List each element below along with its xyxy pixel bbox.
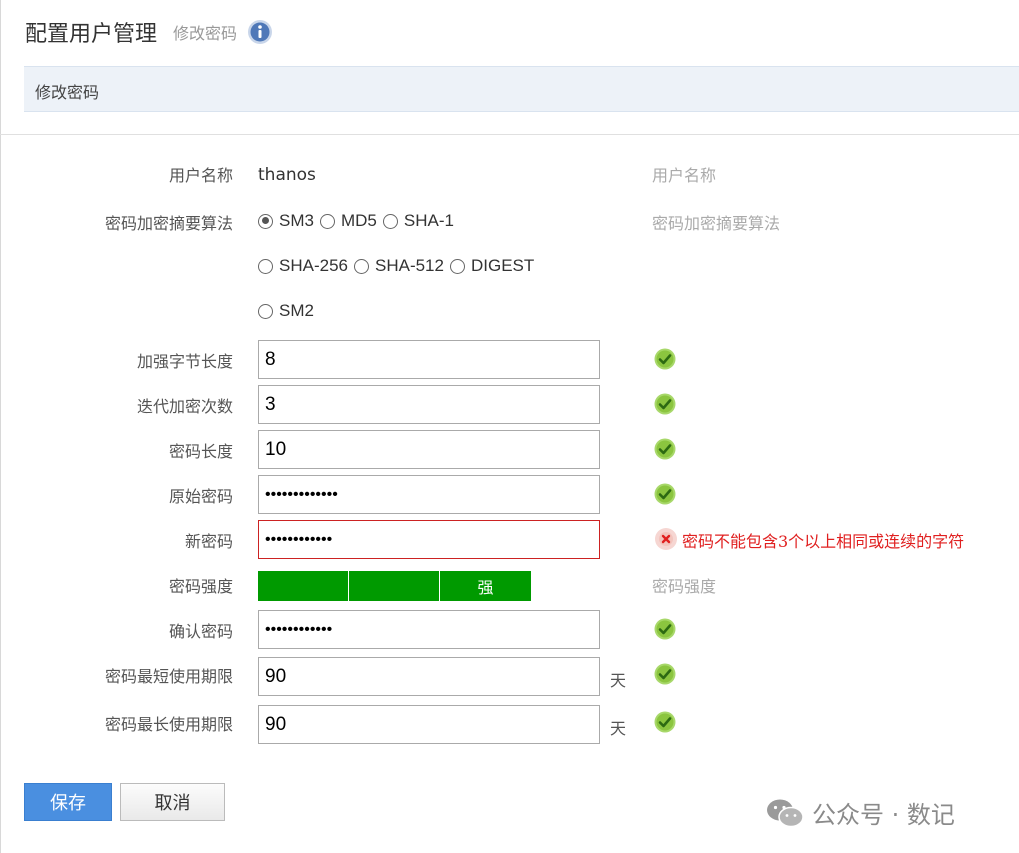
check-icon (654, 348, 676, 370)
new-password-label: 新密码 (184, 532, 233, 551)
left-border (0, 0, 1, 853)
salt-length-input[interactable] (258, 340, 600, 379)
info-circle-icon[interactable] (247, 19, 273, 45)
section-header: 修改密码 (24, 66, 1019, 112)
strength-segment-1 (258, 571, 348, 601)
username-label: 用户名称 (168, 166, 233, 185)
check-icon (654, 711, 676, 733)
algorithm-radio-group-row2: SHA-256 SHA-512 DIGEST (258, 256, 540, 276)
old-password-input[interactable] (258, 475, 600, 514)
radio-checked-icon[interactable] (258, 213, 273, 229)
radio-unchecked-icon[interactable] (258, 258, 273, 274)
check-icon (654, 663, 676, 685)
strength-hint: 密码强度 (652, 577, 717, 596)
divider (0, 134, 1019, 135)
min-age-input[interactable] (258, 657, 600, 696)
password-length-input[interactable] (258, 430, 600, 469)
radio-label: SHA-256 (279, 256, 348, 275)
watermark-text: 公众号 · 数记 (812, 801, 955, 829)
algorithm-radio-group-row3: SM2 (258, 301, 320, 321)
radio-label: SM3 (279, 211, 314, 230)
strength-segment-2 (349, 571, 439, 601)
check-icon (654, 393, 676, 415)
username-value: thanos (258, 165, 316, 185)
strength-label: 密码强度 (168, 577, 233, 596)
radio-unchecked-icon[interactable] (353, 258, 369, 274)
max-age-unit: 天 (610, 719, 627, 738)
password-length-label: 密码长度 (168, 442, 233, 461)
wechat-icon (767, 799, 804, 827)
check-icon (654, 483, 676, 505)
radio-unchecked-icon[interactable] (319, 213, 335, 229)
confirm-password-input[interactable] (258, 610, 600, 649)
radio-unchecked-icon[interactable] (382, 213, 398, 229)
old-password-label: 原始密码 (168, 487, 233, 506)
radio-label: DIGEST (470, 256, 535, 275)
max-age-input[interactable] (258, 705, 600, 744)
iterations-input[interactable] (258, 385, 600, 424)
radio-unchecked-icon[interactable] (449, 258, 465, 274)
radio-unchecked-icon[interactable] (258, 303, 273, 319)
radio-label: SHA-512 (374, 256, 444, 275)
algorithm-hint: 密码加密摘要算法 (652, 214, 781, 233)
radio-sha512[interactable]: SHA-512 (353, 256, 444, 276)
new-password-error: 密码不能包含3个以上相同或连续的字符 (682, 532, 965, 551)
min-age-unit: 天 (610, 671, 627, 690)
radio-md5[interactable]: MD5 (319, 211, 377, 231)
save-button[interactable]: 保存 (24, 783, 112, 821)
section-title: 修改密码 (35, 83, 100, 102)
min-age-label: 密码最短使用期限 (104, 667, 233, 686)
radio-sm3[interactable]: SM3 (258, 211, 314, 231)
strength-segment-3: 强 (440, 571, 531, 601)
username-hint: 用户名称 (652, 166, 717, 185)
strength-meter: 强 (258, 571, 531, 601)
page-title: 配置用户管理 (25, 22, 158, 47)
radio-label: SHA-1 (403, 211, 454, 230)
page-subtitle: 修改密码 (173, 24, 238, 43)
radio-label: SM2 (279, 301, 314, 320)
header: 配置用户管理 修改密码 (25, 16, 273, 48)
radio-sha1[interactable]: SHA-1 (382, 211, 454, 231)
radio-sha256[interactable]: SHA-256 (258, 256, 348, 276)
radio-sm2[interactable]: SM2 (258, 301, 314, 321)
max-age-label: 密码最长使用期限 (104, 715, 233, 734)
new-password-input[interactable] (258, 520, 600, 559)
check-icon (654, 618, 676, 640)
cancel-button[interactable]: 取消 (120, 783, 225, 821)
radio-label: MD5 (340, 211, 377, 230)
confirm-password-label: 确认密码 (168, 622, 233, 641)
salt-length-label: 加强字节长度 (136, 352, 233, 371)
error-icon (655, 528, 677, 550)
check-icon (654, 438, 676, 460)
algorithm-radio-group: SM3 MD5 SHA-1 (258, 211, 460, 231)
iterations-label: 迭代加密次数 (136, 397, 233, 416)
radio-digest[interactable]: DIGEST (449, 256, 535, 276)
algorithm-label: 密码加密摘要算法 (104, 214, 233, 233)
watermark: 公众号 · 数记 (766, 795, 955, 830)
